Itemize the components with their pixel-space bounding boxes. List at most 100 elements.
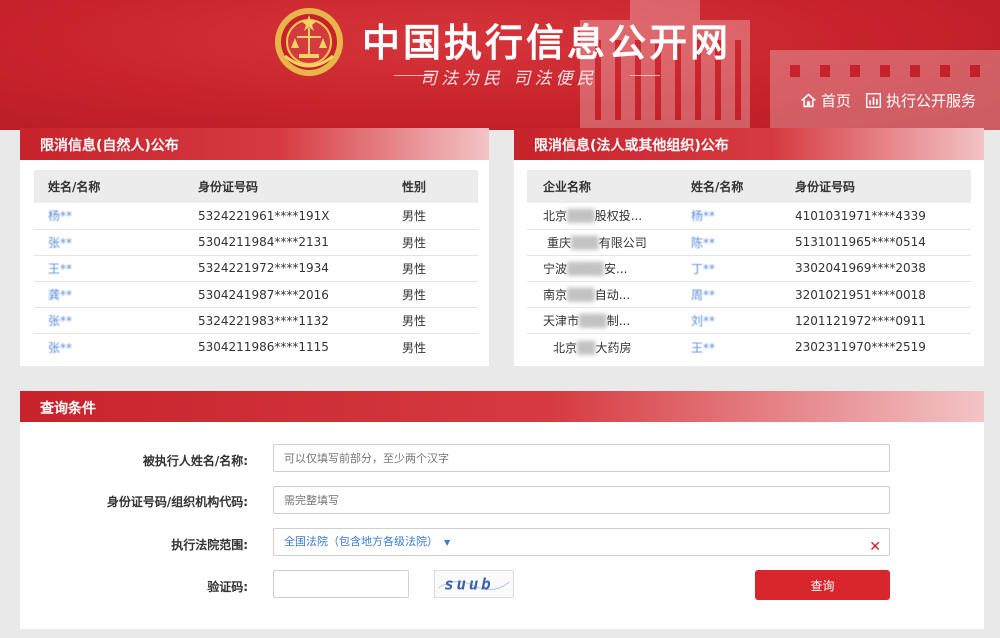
nav-services[interactable]: 执行公开服务 [865, 90, 976, 111]
company-masked: ▒▒▒ [567, 209, 595, 224]
person-gender: 男性 [402, 281, 478, 309]
table-row: 天津市▒▒▒制... 刘** 1201121972****0911 [527, 307, 971, 335]
site-slogan: 司法为民 司法便民 [420, 69, 598, 89]
court-field-label: 执行法院范围: [171, 538, 248, 552]
col-header-name: 姓名/名称 [677, 170, 779, 203]
panel-header: 查询条件 [20, 391, 984, 422]
rep-name-link[interactable]: 周** [691, 288, 715, 302]
clear-icon[interactable]: ✕ [869, 534, 881, 560]
table-row: 龚** 5304241987****2016 男性 [34, 281, 478, 309]
panel-header: 限消信息(自然人)公布 [20, 128, 489, 160]
person-name-link[interactable]: 龚** [48, 288, 72, 302]
company-suffix: 安... [603, 261, 628, 276]
company-name[interactable]: 北京▒▒▒股权投... [527, 203, 677, 230]
panel-title: 查询条件 [40, 401, 96, 417]
nav-services-label: 执行公开服务 [885, 92, 976, 110]
organization-panel: 限消信息(法人或其他组织)公布 企业名称 姓名/名称 身份证号码 北京▒▒▒股权… [514, 128, 984, 366]
table-row: 北京▒▒▒股权投... 杨** 4101031971****4339 [527, 203, 971, 230]
person-gender: 男性 [402, 229, 478, 256]
table-row: 张** 5324221983****1132 男性 [34, 307, 478, 335]
court-select[interactable]: 全国法院（包含地方各级法院） ▼ ✕ [273, 528, 890, 556]
home-icon [801, 93, 816, 108]
top-nav: 首页 执行公开服务 [800, 90, 976, 111]
captcha-image[interactable]: suub [434, 570, 514, 598]
person-id: 5324221972****1934 [198, 255, 402, 283]
table-row: 南京▒▒▒自动... 周** 3201021951****0018 [527, 281, 971, 309]
site-title: 中国执行信息公开网 [362, 20, 732, 65]
person-name-link[interactable]: 王** [48, 262, 72, 276]
natural-person-panel: 限消信息(自然人)公布 姓名/名称 身份证号码 性别 杨** 532422196… [20, 128, 489, 366]
person-gender: 男性 [402, 307, 478, 335]
person-id: 5324221983****1132 [198, 307, 402, 335]
company-suffix: 自动... [594, 288, 631, 303]
rep-name-link[interactable]: 刘** [691, 314, 715, 328]
rep-id: 1201121972****0911 [779, 307, 971, 335]
table-row: 张** 5304211986****1115 男性 [34, 334, 478, 360]
company-name[interactable]: 北京▒▒大药房 [527, 334, 677, 360]
nav-home[interactable]: 首页 [800, 90, 851, 111]
table-row: 重庆▒▒▒有限公司 陈** 5131011965****0514 [527, 229, 971, 256]
name-field-label: 被执行人姓名/名称: [142, 454, 248, 468]
company-prefix: 北京 [543, 209, 568, 224]
person-gender: 男性 [402, 340, 427, 355]
rep-id: 2302311970****2519 [795, 340, 926, 355]
chart-icon [866, 93, 881, 108]
panel-title: 限消信息(自然人)公布 [40, 138, 179, 154]
site-header: 中国执行信息公开网 司法为民 司法便民 首页 执行公开服务 [0, 0, 1000, 130]
company-name[interactable]: 宁波▒▒▒▒安... [527, 255, 677, 283]
person-name-link[interactable]: 张** [48, 341, 72, 355]
company-prefix: 天津市 [543, 314, 580, 329]
company-masked: ▒▒ [577, 340, 596, 355]
court-emblem-logo [275, 8, 343, 76]
person-name-link[interactable]: 杨** [48, 209, 72, 223]
captcha-field-label: 验证码: [207, 580, 248, 594]
company-masked: ▒▒▒ [579, 314, 607, 329]
company-prefix: 重庆 [547, 235, 572, 250]
panel-title: 限消信息(法人或其他组织)公布 [534, 138, 729, 154]
table-row: 王** 5324221972****1934 男性 [34, 255, 478, 283]
query-panel: 查询条件 被执行人姓名/名称: 身份证号码/组织机构代码: 执行法院范围: 全国… [20, 391, 984, 629]
company-suffix: 股权投... [594, 209, 643, 224]
rep-id: 4101031971****4339 [779, 203, 971, 230]
person-id: 5304241987****2016 [198, 281, 402, 309]
court-select-value: 全国法院（包含地方各级法院） [284, 535, 438, 548]
organization-table: 企业名称 姓名/名称 身份证号码 北京▒▒▒股权投... 杨** 4101031… [527, 170, 971, 360]
col-header-gender: 性别 [402, 170, 478, 203]
person-id: 5324221961****191X [198, 203, 402, 230]
table-header-row: 企业名称 姓名/名称 身份证号码 [527, 170, 971, 203]
rep-name-link[interactable]: 丁** [691, 262, 715, 276]
col-header-name: 姓名/名称 [34, 170, 198, 203]
natural-person-table: 姓名/名称 身份证号码 性别 杨** 5324221961****191X 男性… [34, 170, 478, 360]
company-masked: ▒▒▒▒ [567, 261, 604, 276]
company-name[interactable]: 重庆▒▒▒有限公司 [527, 229, 677, 256]
company-prefix: 北京 [553, 340, 578, 355]
person-name-link[interactable]: 张** [48, 236, 72, 250]
rep-name-link[interactable]: 杨** [691, 209, 715, 223]
id-input[interactable] [273, 486, 890, 514]
id-field-label: 身份证号码/组织机构代码: [106, 495, 248, 509]
col-header-id: 身份证号码 [198, 170, 402, 203]
rep-name-link[interactable]: 陈** [691, 236, 715, 250]
name-input[interactable] [273, 444, 890, 472]
company-name[interactable]: 南京▒▒▒自动... [527, 281, 677, 309]
person-id: 5304211984****2131 [198, 229, 402, 256]
person-gender: 男性 [402, 203, 478, 230]
col-header-id: 身份证号码 [779, 170, 971, 203]
company-masked: ▒▒▒ [567, 288, 595, 303]
nav-home-label: 首页 [820, 92, 851, 110]
col-header-company: 企业名称 [527, 170, 677, 203]
slogan-line-right [630, 75, 660, 76]
table-row: 杨** 5324221961****191X 男性 [34, 203, 478, 230]
person-name-link[interactable]: 张** [48, 314, 72, 328]
company-masked: ▒▒▒ [571, 235, 599, 250]
panel-header: 限消信息(法人或其他组织)公布 [514, 128, 984, 160]
table-row: 张** 5304211984****2131 男性 [34, 229, 478, 256]
rep-id: 5131011965****0514 [779, 229, 971, 256]
captcha-input[interactable] [273, 570, 409, 598]
rep-id: 3302041969****2038 [779, 255, 971, 283]
rep-name-link[interactable]: 王** [691, 341, 715, 355]
company-suffix: 大药房 [595, 340, 632, 355]
company-name[interactable]: 天津市▒▒▒制... [527, 307, 677, 335]
company-suffix: 有限公司 [598, 235, 647, 250]
submit-query-button[interactable]: 查询 [755, 570, 890, 600]
